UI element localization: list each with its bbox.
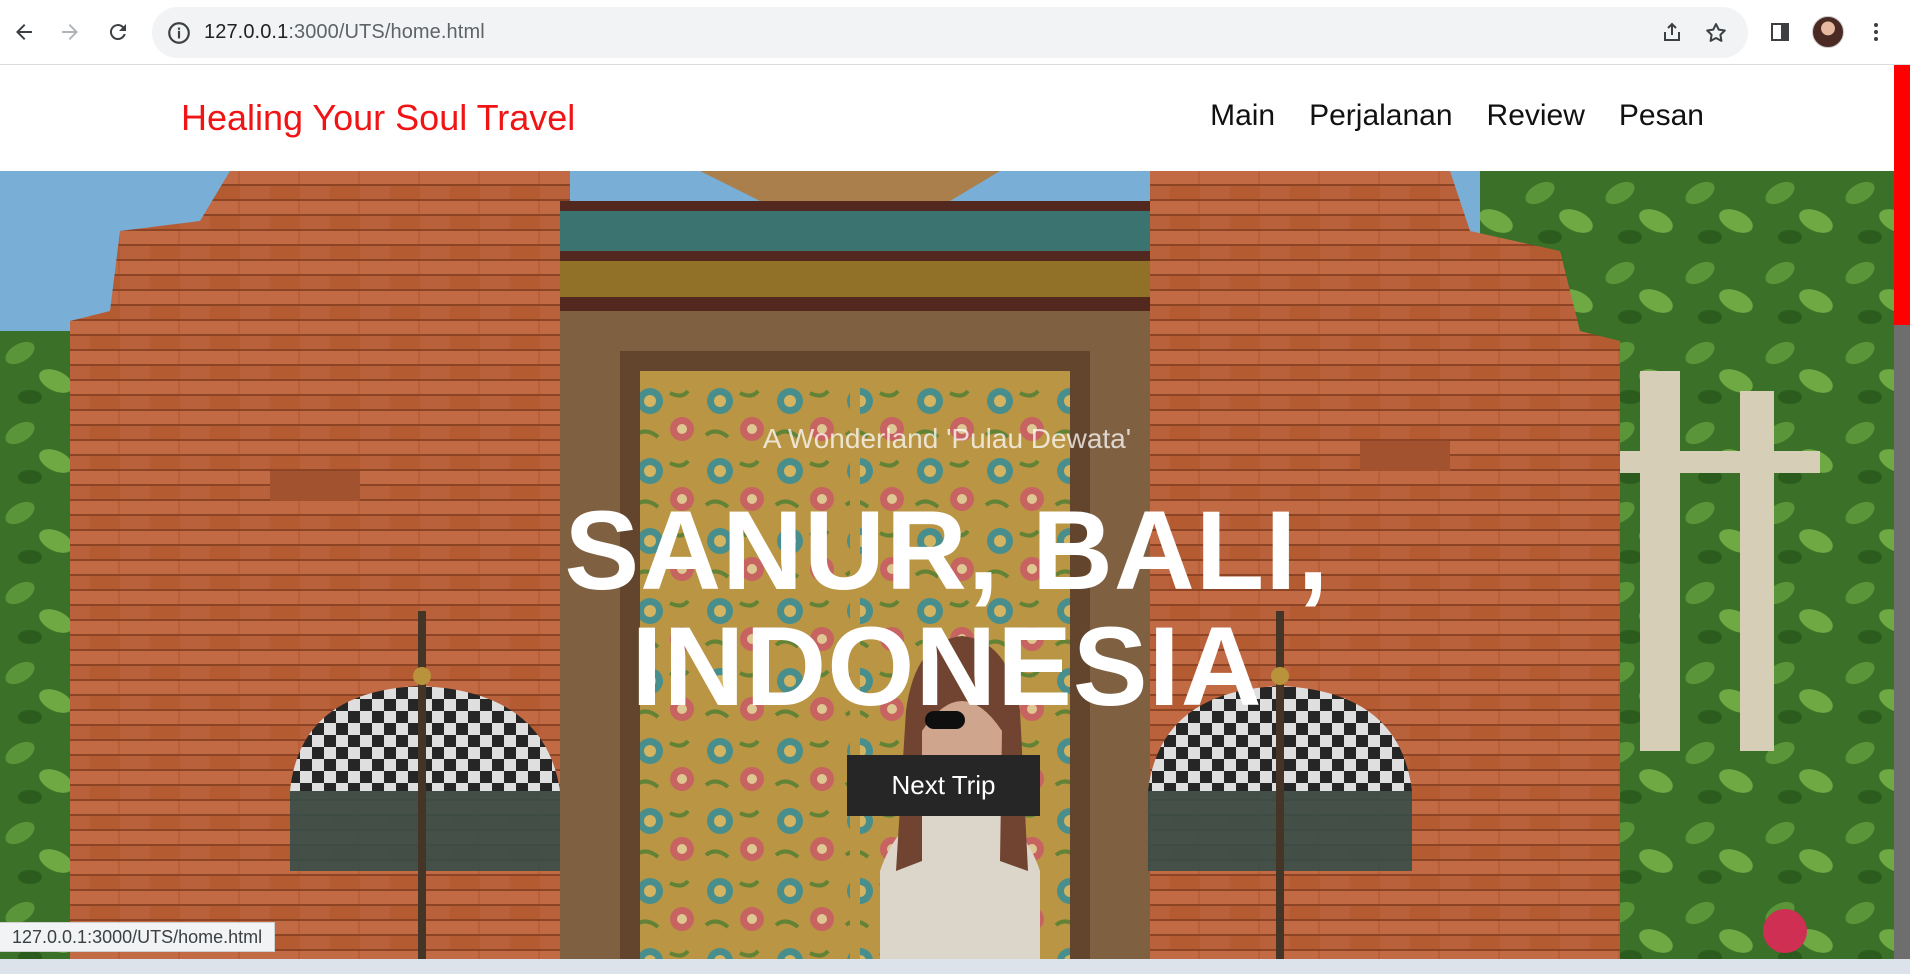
back-button[interactable]	[6, 14, 42, 50]
address-bar[interactable]: 127.0.0.1:3000/UTS/home.html	[152, 7, 1748, 58]
forward-button[interactable]	[52, 14, 88, 50]
hero-headline-line1: SANUR, BALI,	[564, 488, 1330, 613]
info-icon[interactable]	[166, 20, 192, 46]
hero-headline: SANUR, BALI, INDONESIA	[0, 493, 1894, 725]
taskbar-strip	[0, 959, 1910, 974]
nav-item-perjalanan[interactable]: Perjalanan	[1309, 99, 1452, 133]
url-text[interactable]: 127.0.0.1:3000/UTS/home.html	[204, 21, 485, 44]
avatar	[1812, 16, 1844, 48]
hero-text: A Wonderland 'Pulau Dewata' SANUR, BALI,…	[0, 171, 1894, 959]
nav-item-main[interactable]: Main	[1210, 99, 1275, 133]
site-header: Healing Your Soul Travel Main Perjalanan…	[0, 65, 1894, 171]
reload-icon	[109, 24, 126, 41]
url-host: 127.0.0.1	[204, 21, 289, 43]
more-icon	[1874, 23, 1878, 41]
hero-section: A Wonderland 'Pulau Dewata' SANUR, BALI,…	[0, 171, 1894, 959]
reload-button[interactable]	[100, 14, 136, 50]
hero-headline-line2: INDONESIA	[631, 604, 1263, 729]
menu-button[interactable]	[1858, 14, 1894, 50]
share-button[interactable]	[1658, 19, 1686, 47]
star-icon	[1706, 23, 1726, 42]
browser-toolbar: 127.0.0.1:3000/UTS/home.html	[0, 0, 1910, 65]
next-trip-button[interactable]: Next Trip	[847, 755, 1040, 816]
link-status-bar: 127.0.0.1:3000/UTS/home.html	[0, 922, 276, 952]
site-nav: Main Perjalanan Review Pesan	[1210, 99, 1704, 133]
scrollbar-thumb[interactable]	[1894, 65, 1910, 325]
side-panel-icon	[1771, 23, 1789, 41]
site-brand[interactable]: Healing Your Soul Travel	[181, 97, 575, 139]
share-icon	[1664, 22, 1680, 41]
bookmark-button[interactable]	[1702, 19, 1730, 47]
hero-eyebrow: A Wonderland 'Pulau Dewata'	[762, 423, 1132, 454]
profile-button[interactable]	[1810, 14, 1846, 50]
side-panel-button[interactable]	[1762, 14, 1798, 50]
nav-item-pesan[interactable]: Pesan	[1619, 99, 1704, 133]
forward-icon	[62, 24, 78, 40]
url-path: :3000/UTS/home.html	[288, 21, 485, 43]
back-icon	[16, 24, 32, 40]
nav-item-review[interactable]: Review	[1487, 99, 1585, 133]
